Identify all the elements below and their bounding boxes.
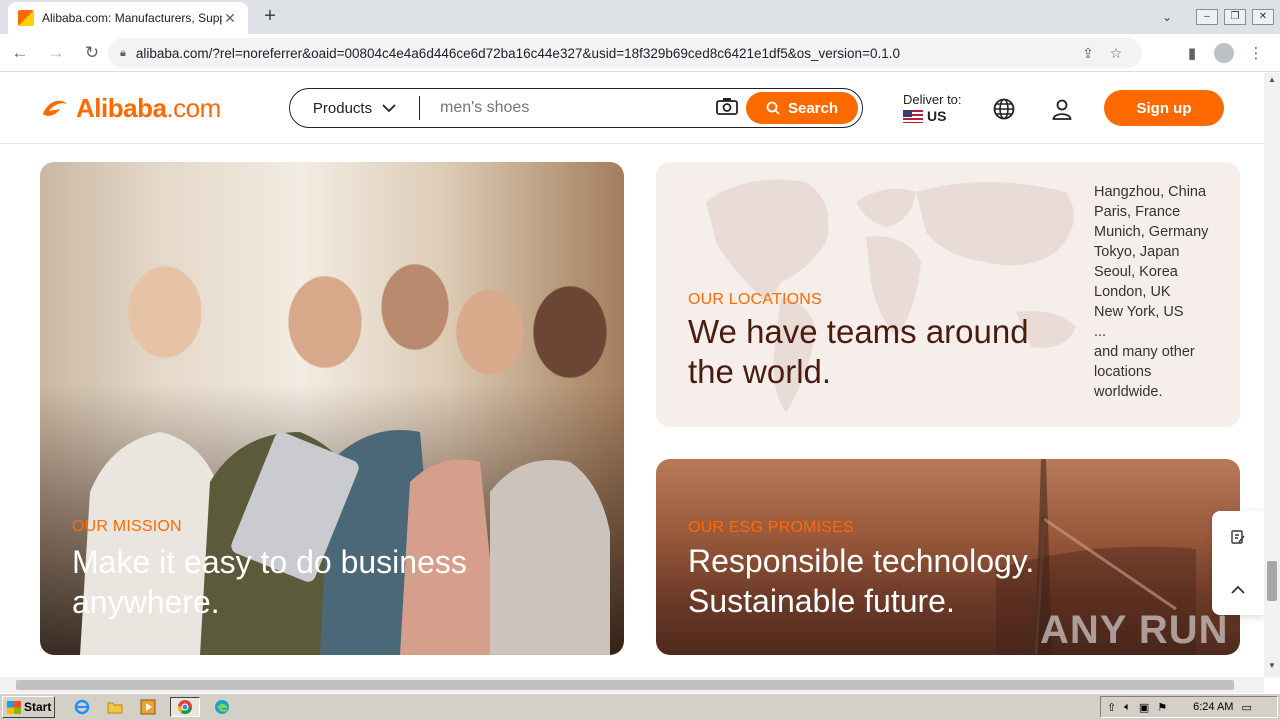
windows-taskbar: Start ⇧ 🔈︎ ▣ ⚑ 6:24 AM ▭: [0, 693, 1280, 720]
city-item: London, UK: [1094, 284, 1171, 300]
esg-headline-line-2: Sustainable future.: [688, 583, 955, 619]
user-account-icon[interactable]: [1050, 97, 1074, 121]
windows-logo-icon: [7, 700, 21, 714]
mission-headline-line-2: anywhere.: [72, 584, 220, 620]
alibaba-logo[interactable]: Alibaba .com: [40, 93, 221, 124]
scroll-down-arrow-icon[interactable]: ▼: [1264, 661, 1280, 675]
site-header: Alibaba.com Products Search Deliver to: …: [0, 73, 1264, 144]
city-item: Seoul, Korea: [1094, 264, 1178, 280]
anyrun-watermark: ANY RUN: [1040, 608, 1229, 652]
deliver-to-label: Deliver to:: [903, 92, 962, 107]
action-center-flag-icon[interactable]: ⚑: [1157, 701, 1167, 714]
profile-avatar-icon[interactable]: [1214, 43, 1234, 63]
search-category-label: Products: [312, 99, 373, 117]
back-arrow-icon[interactable]: ←: [4, 37, 36, 69]
network-icon[interactable]: ▣: [1139, 701, 1149, 714]
logo-suffix-text: .com: [166, 93, 221, 123]
system-tray: ⇧ 🔈︎ ▣ ⚑ 6:24 AM ▭: [1100, 696, 1278, 718]
image-search-camera-icon[interactable]: [708, 97, 746, 120]
side-panel-icon[interactable]: ▮: [1176, 44, 1208, 62]
search-category-dropdown[interactable]: Products: [290, 96, 420, 120]
esg-headline-line-1: Responsible technology.: [688, 543, 1035, 579]
close-window-button[interactable]: ✕: [1252, 9, 1274, 25]
us-flag-icon: [903, 109, 923, 123]
browser-menu-kebab-icon[interactable]: ⋮: [1240, 44, 1272, 62]
alibaba-favicon-icon: [18, 10, 34, 26]
chevron-down-icon: [382, 103, 396, 112]
toolbar-actions: ▮ ⋮: [1176, 38, 1272, 68]
search-button[interactable]: Search: [746, 92, 858, 124]
city-item: Paris, France: [1094, 204, 1181, 220]
city-item: Munich, Germany: [1094, 224, 1209, 240]
mission-headline-line-1: Make it easy to do business: [72, 544, 467, 580]
web-page: Alibaba.com Products Search Deliver to: …: [0, 73, 1264, 677]
start-label: Start: [24, 700, 52, 714]
chrome-taskbar-icon[interactable]: [170, 697, 200, 717]
browser-toolbar: ← → ↻ 🔒︎ alibaba.com/?rel=noreferrer&oai…: [0, 34, 1280, 72]
search-button-label: Search: [787, 99, 839, 117]
browser-tab[interactable]: Alibaba.com: Manufacturers, Suppliers, E…: [8, 2, 248, 34]
deliver-country: US: [903, 108, 962, 124]
search-input[interactable]: [420, 93, 708, 123]
mission-card[interactable]: OUR MISSION Make it easy to do business …: [40, 162, 624, 655]
internet-explorer-icon[interactable]: [71, 697, 93, 717]
forward-arrow-icon[interactable]: →: [40, 37, 72, 69]
lock-icon[interactable]: 🔒︎: [120, 47, 126, 60]
media-player-icon[interactable]: [137, 697, 159, 717]
globe-language-icon[interactable]: [992, 97, 1016, 121]
locations-headline-line-2: the world.: [688, 353, 832, 390]
city-item: and many other: [1094, 344, 1195, 360]
tab-search-chevron-down-icon[interactable]: ⌄: [1152, 10, 1182, 24]
horizontal-scroll-thumb[interactable]: [16, 680, 1234, 690]
restore-window-button[interactable]: ❐: [1224, 9, 1246, 25]
new-tab-button[interactable]: +: [258, 5, 282, 29]
share-icon[interactable]: ⇪: [1074, 45, 1102, 62]
locations-card[interactable]: OUR LOCATIONS We have teams around the w…: [656, 162, 1240, 427]
browser-tab-bar: Alibaba.com: Manufacturers, Suppliers, E…: [0, 0, 1280, 34]
sign-up-button[interactable]: Sign up: [1104, 90, 1224, 126]
esg-label: OUR ESG PROMISES: [688, 519, 854, 536]
close-tab-icon[interactable]: ✕: [222, 10, 238, 27]
vertical-scroll-thumb[interactable]: [1267, 561, 1277, 601]
tab-title: Alibaba.com: Manufacturers, Suppliers, E…: [42, 11, 222, 25]
logo-brand-text: Alibaba: [76, 93, 167, 123]
alibaba-logo-mark-icon: [40, 96, 70, 122]
city-item: locations: [1094, 364, 1152, 380]
search-icon: [766, 101, 780, 115]
volume-icon[interactable]: 🔈︎: [1124, 701, 1131, 714]
url-text[interactable]: alibaba.com/?rel=noreferrer&oaid=00804c4…: [136, 46, 1074, 61]
feedback-edit-icon[interactable]: [1212, 511, 1264, 563]
city-item: Hangzhou, China: [1094, 184, 1207, 200]
edge-browser-icon[interactable]: [211, 697, 233, 717]
deliver-country-code: US: [927, 108, 947, 124]
vertical-scrollbar[interactable]: ▲ ▼: [1264, 73, 1280, 677]
horizontal-scrollbar[interactable]: [0, 677, 1264, 693]
minimize-window-button[interactable]: –: [1196, 9, 1218, 25]
address-bar[interactable]: 🔒︎ alibaba.com/?rel=noreferrer&oaid=0080…: [108, 38, 1142, 68]
scroll-up-arrow-icon[interactable]: ▲: [1264, 75, 1280, 89]
locations-label: OUR LOCATIONS: [688, 291, 822, 308]
locations-headline-line-1: We have teams around: [688, 313, 1029, 350]
mission-label: OUR MISSION: [72, 518, 182, 535]
city-list: Hangzhou, China Paris, France Munich, Ge…: [1094, 182, 1234, 402]
city-item: Tokyo, Japan: [1094, 244, 1180, 260]
window-controls: ⌄ – ❐ ✕: [1152, 0, 1280, 34]
city-item: worldwide.: [1094, 384, 1163, 400]
show-desktop-icon[interactable]: ▭: [1241, 701, 1251, 714]
deliver-to-selector[interactable]: Deliver to: US: [903, 92, 962, 124]
start-button[interactable]: Start: [2, 696, 55, 718]
floating-side-toolbar: [1212, 511, 1264, 615]
file-explorer-icon[interactable]: [104, 697, 126, 717]
tray-expand-icon[interactable]: ⇧: [1107, 701, 1116, 714]
bookmark-star-icon[interactable]: ☆: [1102, 45, 1130, 62]
search-bar: Products Search: [289, 88, 863, 128]
reload-icon[interactable]: ↻: [76, 37, 108, 69]
city-item: ...: [1094, 324, 1107, 340]
city-item: New York, US: [1094, 304, 1184, 320]
clock[interactable]: 6:24 AM: [1193, 701, 1233, 713]
